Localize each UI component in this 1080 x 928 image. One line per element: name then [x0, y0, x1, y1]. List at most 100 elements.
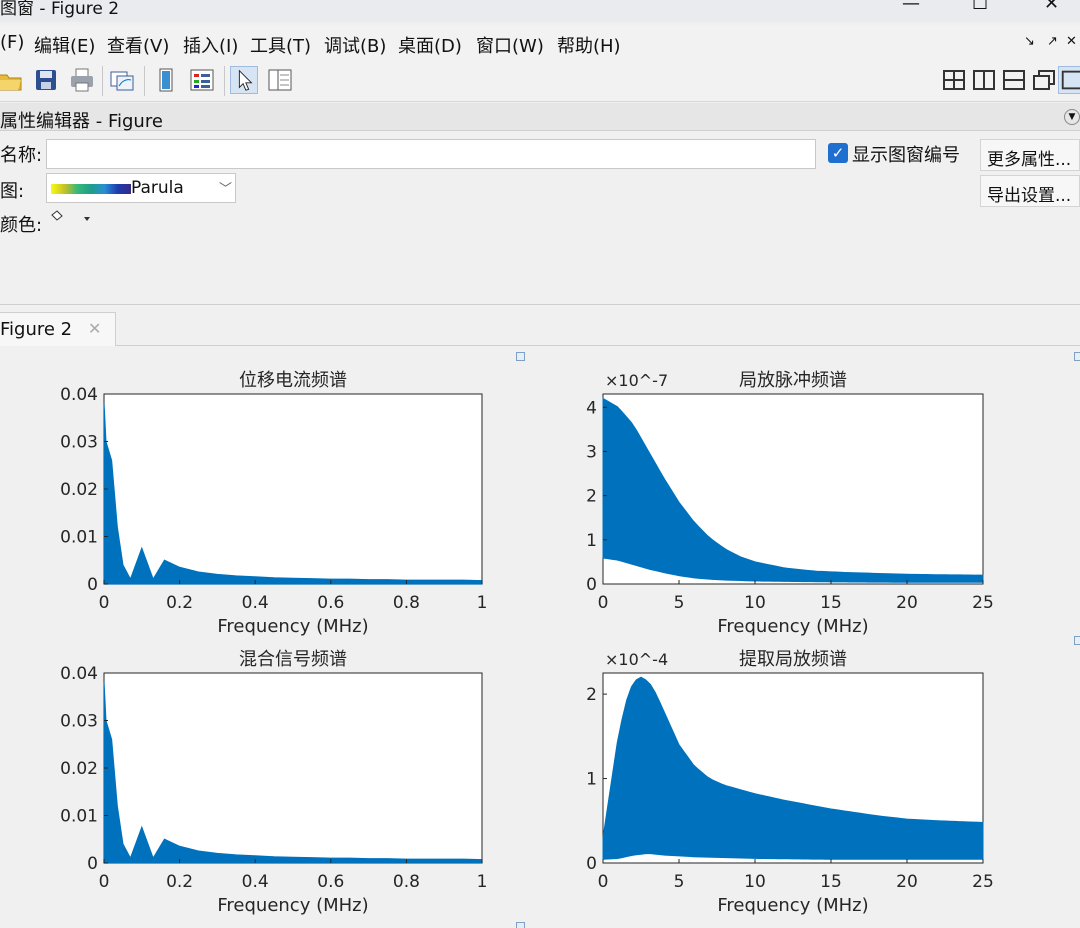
- y-tick-label: 0.04: [60, 664, 98, 684]
- colormap-preview: [51, 184, 131, 194]
- y-tick-label: 0: [87, 854, 98, 874]
- menu-bar: (F) 编辑(E) 查看(V) 插入(I) 工具(T) 调试(B) 桌面(D) …: [0, 26, 1080, 60]
- y-tick-label: 0.02: [60, 759, 98, 779]
- menu-insert[interactable]: 插入(I): [183, 32, 238, 58]
- x-tick-label: 20: [896, 872, 918, 892]
- x-tick-label: 25: [972, 593, 994, 613]
- x-tick-label: 0.6: [317, 872, 344, 892]
- colormap-label: 图:: [0, 181, 25, 202]
- more-properties-button[interactable]: 更多属性...: [980, 139, 1080, 171]
- dock-icon[interactable]: ↘: [1024, 34, 1035, 49]
- x-tick-label: 20: [896, 593, 918, 613]
- x-tick-label: 0.8: [393, 872, 420, 892]
- menu-view[interactable]: 查看(V): [107, 32, 169, 58]
- chevron-down-icon: ﹀: [219, 182, 233, 197]
- plot-area: [103, 672, 483, 864]
- x-tick-label: 15: [820, 872, 842, 892]
- y-tick-label: 4: [586, 398, 597, 418]
- plot-area: [103, 393, 483, 585]
- close-button[interactable]: ✕: [1044, 0, 1059, 14]
- toolbar-separator: [102, 66, 103, 96]
- color-label: 颜色:: [0, 215, 43, 236]
- y-tick-label: 2: [586, 685, 597, 705]
- maximize-button[interactable]: ☐: [972, 0, 988, 14]
- name-label: 名称:: [0, 145, 43, 166]
- x-tick-label: 0: [99, 593, 110, 613]
- float-icon[interactable]: [1030, 66, 1058, 94]
- y-tick-label: 1: [586, 531, 597, 551]
- x-tick-label: 0.4: [242, 593, 269, 613]
- link-axes-icon[interactable]: [108, 66, 136, 94]
- property-editor-icon[interactable]: [266, 66, 294, 94]
- x-tick-label: 0.4: [242, 872, 269, 892]
- property-editor-header: 属性编辑器 - Figure ▼: [0, 103, 1080, 132]
- toolbar-separator: [224, 66, 225, 96]
- undock-icon[interactable]: ↗: [1047, 34, 1058, 49]
- colormap-select[interactable]: Parula ﹀: [46, 173, 236, 203]
- y-tick-label: 2: [586, 487, 597, 507]
- tab-label: Figure 2: [0, 319, 73, 340]
- chart-title: 提取局放频谱: [739, 649, 847, 670]
- export-settings-button[interactable]: 导出设置...: [980, 175, 1080, 207]
- menu-help[interactable]: 帮助(H): [557, 32, 621, 58]
- y-tick-label: 3: [586, 442, 597, 462]
- colorbar-icon[interactable]: [152, 66, 180, 94]
- menu-edit[interactable]: 编辑(E): [34, 32, 95, 58]
- chart-title: 混合信号频谱: [239, 649, 347, 670]
- x-axis-label: Frequency (MHz): [217, 895, 368, 916]
- x-tick-label: 1: [477, 872, 488, 892]
- figure-toolbar: [0, 60, 1080, 102]
- window-titlebar: 图窗 - Figure 2 — ☐ ✕: [0, 0, 1080, 22]
- x-tick-label: 1: [477, 593, 488, 613]
- save-icon[interactable]: [32, 66, 60, 94]
- tile-grid-icon[interactable]: [940, 66, 968, 94]
- y-tick-label: 0: [586, 575, 597, 595]
- y-tick-label: 0.03: [60, 712, 98, 732]
- y-exponent-label: ×10^-7: [605, 371, 668, 390]
- menu-debug[interactable]: 调试(B): [324, 32, 386, 58]
- menu-window[interactable]: 窗口(W): [476, 32, 544, 58]
- menu-tools[interactable]: 工具(T): [250, 32, 311, 58]
- y-tick-label: 0.04: [60, 385, 98, 405]
- show-number-checkbox[interactable]: ✓: [828, 143, 848, 163]
- x-tick-label: 10: [744, 872, 766, 892]
- minimize-button[interactable]: —: [902, 0, 920, 14]
- maximize-icon[interactable]: [1058, 66, 1080, 94]
- edit-plot-icon[interactable]: [230, 66, 258, 94]
- menu-desktop[interactable]: 桌面(D): [398, 32, 462, 58]
- show-number-label: 显示图窗编号: [852, 145, 960, 166]
- legend-icon[interactable]: [188, 66, 216, 94]
- tile-columns-icon[interactable]: [970, 66, 998, 94]
- x-axis-label: Frequency (MHz): [217, 616, 368, 637]
- menu-close-icon[interactable]: ✕: [1066, 34, 1077, 49]
- colormap-value: Parula: [131, 178, 184, 198]
- x-tick-label: 25: [972, 872, 994, 892]
- tile-rows-icon[interactable]: [1000, 66, 1028, 94]
- x-axis-label: Frequency (MHz): [717, 895, 868, 916]
- name-input[interactable]: [46, 139, 816, 169]
- chart-title: 局放脉冲频谱: [739, 370, 847, 391]
- x-tick-label: 0.6: [317, 593, 344, 613]
- x-tick-label: 15: [820, 593, 842, 613]
- y-tick-label: 0.03: [60, 433, 98, 453]
- chart-title: 位移电流频谱: [239, 370, 347, 391]
- close-tab-icon[interactable]: ✕: [88, 319, 101, 338]
- property-editor: 名称: ✓ 显示图窗编号 更多属性... 图: Parula ﹀ 导出设置...…: [0, 131, 1080, 305]
- x-tick-label: 10: [744, 593, 766, 613]
- y-tick-label: 0.01: [60, 807, 98, 827]
- collapse-icon[interactable]: ▼: [1064, 109, 1080, 125]
- x-tick-label: 0: [598, 593, 609, 613]
- x-tick-label: 5: [674, 593, 685, 613]
- y-tick-label: 0.01: [60, 528, 98, 548]
- tab-figure-2[interactable]: Figure 2 ✕: [0, 312, 116, 347]
- y-tick-label: 1: [586, 770, 597, 790]
- y-tick-label: 0.02: [60, 480, 98, 500]
- x-tick-label: 0.2: [166, 593, 193, 613]
- x-tick-label: 0.8: [393, 593, 420, 613]
- color-picker-button[interactable]: [46, 207, 96, 233]
- menu-file[interactable]: (F): [0, 32, 24, 53]
- x-tick-label: 0: [598, 872, 609, 892]
- window-title: 图窗 - Figure 2: [0, 0, 120, 19]
- print-icon[interactable]: [68, 66, 96, 94]
- open-file-icon[interactable]: [0, 66, 24, 94]
